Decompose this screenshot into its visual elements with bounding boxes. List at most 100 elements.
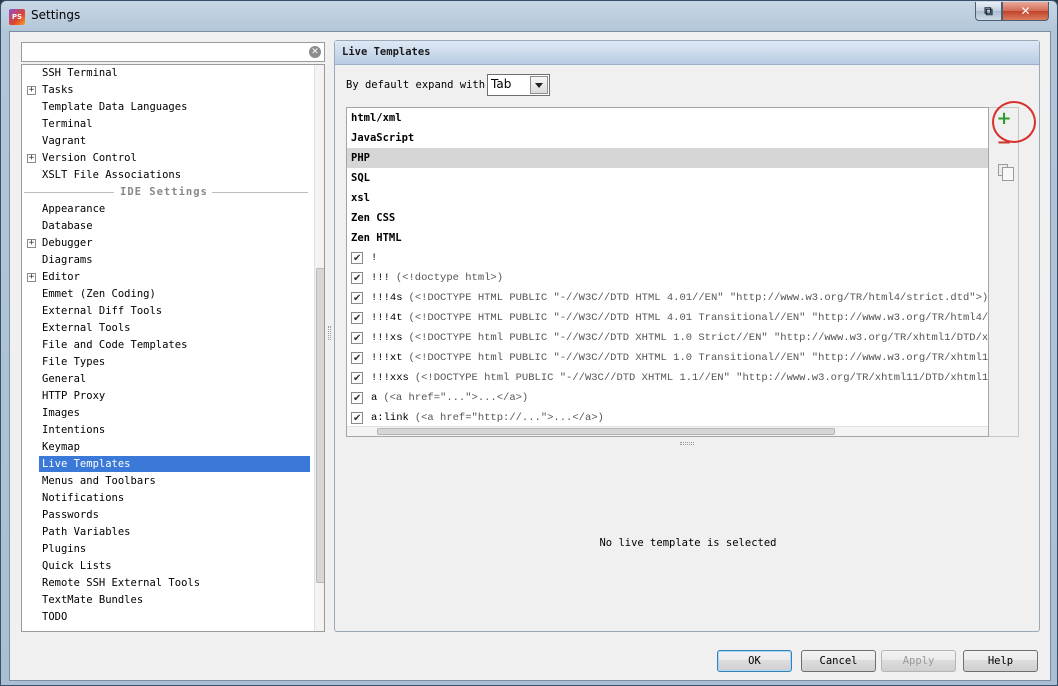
template-group-row[interactable]: Zen HTML [347, 228, 988, 248]
tree-item-label: Tasks [42, 84, 74, 96]
restore-button[interactable]: ⧉ [975, 2, 1002, 21]
template-enabled-checkbox[interactable] [351, 309, 363, 328]
expand-icon[interactable]: + [27, 239, 36, 248]
template-enabled-checkbox[interactable] [351, 249, 363, 268]
tree-item-label: Live Templates [39, 456, 310, 472]
template-description: (<a href="...">...</a>) [383, 392, 529, 404]
panel-title: Live Templates [342, 46, 431, 58]
close-button[interactable]: ✕ [1002, 2, 1049, 21]
chevron-down-icon[interactable] [530, 76, 548, 94]
template-abbreviation: ! [371, 252, 378, 264]
template-description: (<!DOCTYPE html PUBLIC "-//W3C//DTD XHTM… [408, 352, 988, 364]
template-description: (<a href="http://...">...</a>) [414, 412, 604, 424]
tree-item-label: Emmet (Zen Coding) [42, 288, 156, 300]
tree-item-label: General [42, 373, 87, 385]
tree-item-label: External Tools [42, 322, 131, 334]
tree-item-label: Template Data Languages [42, 101, 188, 113]
template-abbreviation: !!!xs (<!DOCTYPE html PUBLIC "-//W3C//DTD… [371, 328, 988, 348]
template-row[interactable]: !!!xs(<!DOCTYPE html PUBLIC "-//W3C//DTD… [347, 328, 988, 348]
app-logo-icon: PS [9, 9, 25, 25]
tree-item-label: XSLT File Associations [42, 169, 182, 181]
template-enabled-checkbox[interactable] [351, 349, 363, 368]
template-description: (<!DOCTYPE html PUBLIC "-//W3C//DTD XHTM… [414, 372, 988, 384]
no-selection-message: No live template is selected [599, 537, 777, 549]
expand-icon[interactable]: + [27, 273, 36, 282]
tree-item-label: Appearance [42, 203, 106, 215]
tree-item-label: Plugins [42, 543, 87, 555]
template-group-row[interactable]: SQL [347, 168, 988, 188]
settings-search-box[interactable]: ✕ [21, 42, 325, 62]
clear-search-icon[interactable]: ✕ [309, 46, 321, 58]
expand-icon[interactable]: + [27, 86, 36, 95]
cancel-button[interactable]: Cancel [801, 650, 876, 672]
tree-item-label: Terminal [42, 118, 93, 130]
template-enabled-checkbox[interactable] [351, 329, 363, 348]
template-abbreviation: !!!xxs (<!DOCTYPE html PUBLIC "-//W3C//DT… [371, 368, 988, 388]
expand-with-combo[interactable]: Tab [487, 74, 550, 96]
template-abbreviation: a:link (<a href="http://...">...</a>) [371, 412, 604, 424]
help-button[interactable]: Help [963, 650, 1038, 672]
template-group-row[interactable]: Zen CSS [347, 208, 988, 228]
template-group-row[interactable]: PHP [347, 148, 988, 168]
template-row[interactable]: !!!(<!doctype html>) [347, 268, 988, 288]
template-enabled-checkbox[interactable] [351, 389, 363, 408]
tree-item-label: Path Variables [42, 526, 131, 538]
tree-item-label: Menus and Toolbars [42, 475, 156, 487]
tree-item-label: TextMate Bundles [42, 594, 144, 606]
tree-scrollbar-thumb[interactable] [316, 268, 324, 583]
highlight-circle [992, 101, 1036, 143]
templates-scrollbar-thumb[interactable] [377, 428, 835, 435]
tree-item-label: Vagrant [42, 135, 87, 147]
template-row[interactable]: !!!xxs(<!DOCTYPE html PUBLIC "-//W3C//DT… [347, 368, 988, 388]
apply-button[interactable]: Apply [881, 650, 956, 672]
template-row[interactable]: a:link(<a href="http://...">...</a>) [347, 408, 988, 428]
templates-list: html/xml JavaScript PHP SQL xsl Zen CSS Zen HT… [346, 107, 989, 437]
tree-item-label: Diagrams [42, 254, 93, 266]
tree-item-label: Version Control [42, 152, 137, 164]
template-abbreviation: !!!xt (<!DOCTYPE html PUBLIC "-//W3C//DTD… [371, 348, 988, 368]
tree-item-label: Keymap [42, 441, 80, 453]
tree-vertical-scrollbar[interactable] [314, 65, 324, 631]
tree-item-label: Debugger [42, 237, 93, 249]
templates-toolbar: + − [989, 107, 1019, 437]
template-group-row[interactable]: JavaScript [347, 128, 988, 148]
template-enabled-checkbox[interactable] [351, 369, 363, 388]
horizontal-splitter-handle[interactable] [680, 442, 694, 445]
tree-item-label: External Diff Tools [42, 305, 163, 317]
tree-item-label: Database [42, 220, 93, 232]
panel-header: Live Templates [335, 41, 1039, 65]
copy-icon[interactable] [995, 162, 1014, 181]
template-row[interactable]: !!!4t(<!DOCTYPE HTML PUBLIC "-//W3C//DTD… [347, 308, 988, 328]
tree-item-label: Quick Lists [42, 560, 112, 572]
template-row[interactable]: a(<a href="...">...</a>) [347, 388, 988, 408]
tree-item-label: Images [42, 407, 80, 419]
tree-item-label: Intentions [42, 424, 106, 436]
template-group-row[interactable]: xsl [347, 188, 988, 208]
ok-button[interactable]: OK [717, 650, 792, 672]
settings-search-input[interactable] [22, 43, 302, 61]
tree-item-label: Passwords [42, 509, 99, 521]
template-enabled-checkbox[interactable] [351, 409, 363, 428]
settings-window: PS Settings ⧉ ✕ ✕ SSH Terminal + Tasks Temp… [0, 0, 1058, 686]
template-enabled-checkbox[interactable] [351, 269, 363, 288]
tree-item-label: SSH Terminal [42, 67, 118, 79]
expand-icon[interactable]: + [27, 154, 36, 163]
template-abbreviation: !!!4s (<!DOCTYPE HTML PUBLIC "-//W3C//DTD… [371, 292, 988, 304]
template-enabled-checkbox[interactable] [351, 289, 363, 308]
template-row[interactable]: ! [347, 248, 988, 268]
template-row[interactable]: !!!xt(<!DOCTYPE html PUBLIC "-//W3C//DTD… [347, 348, 988, 368]
template-row[interactable]: !!!4s(<!DOCTYPE HTML PUBLIC "-//W3C//DTD… [347, 288, 988, 308]
template-description: (<!DOCTYPE html PUBLIC "-//W3C//DTD XHTM… [408, 332, 988, 344]
template-description: (<!DOCTYPE HTML PUBLIC "-//W3C//DTD HTML… [408, 312, 988, 324]
template-abbreviation: !!! (<!doctype html>) [371, 272, 504, 284]
title-bar[interactable]: PS Settings ⧉ ✕ [1, 1, 1057, 31]
separator-label: IDE Settings [120, 186, 208, 198]
tree-item-label: TODO [42, 611, 68, 623]
settings-tree: SSH Terminal + Tasks Template Data Language… [21, 64, 325, 632]
live-templates-panel: Live Templates By default expand with Ta… [334, 40, 1040, 632]
tree-item-label: Remote SSH External Tools [42, 577, 201, 589]
tree-item-label: File and Code Templates [42, 339, 188, 351]
splitter-handle[interactable] [328, 326, 331, 340]
template-abbreviation: a (<a href="...">...</a>) [371, 392, 529, 404]
template-group-row[interactable]: html/xml [347, 108, 988, 128]
